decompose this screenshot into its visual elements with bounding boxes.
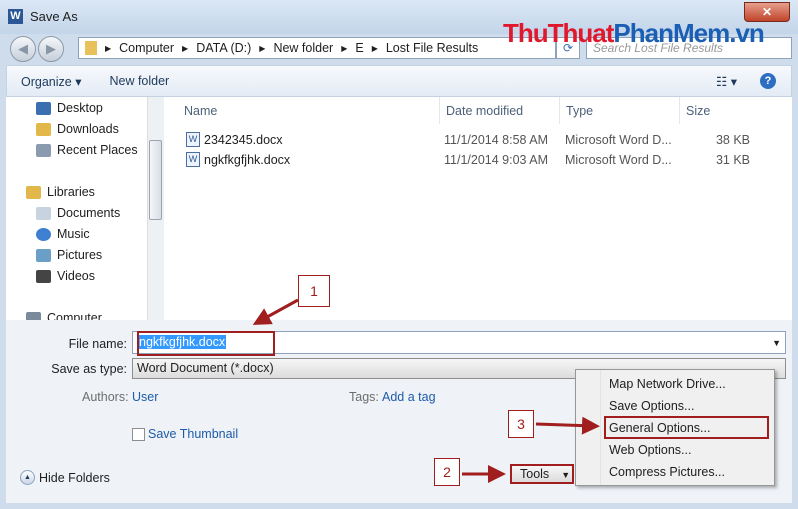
arrow-1 [252, 298, 299, 325]
arrow-3 [535, 416, 600, 435]
annotation-arrows [252, 298, 600, 483]
